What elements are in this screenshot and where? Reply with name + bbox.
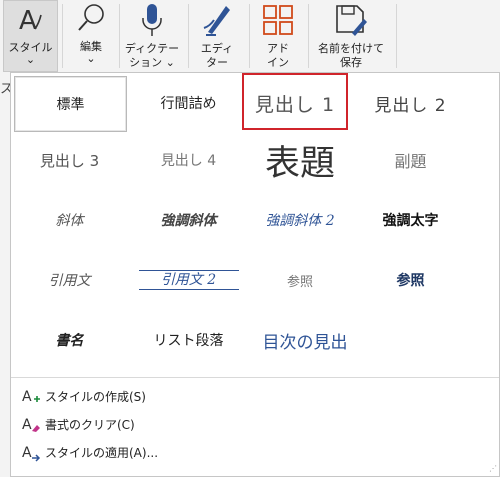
style-label: 見出し 3 xyxy=(39,151,100,170)
style-heading-3[interactable]: 見出し 3 xyxy=(14,135,125,185)
save-edit-icon xyxy=(334,3,368,40)
editor-label-1: エディ xyxy=(200,42,234,55)
styles-icon: A xyxy=(14,5,48,38)
style-label: 強調斜体 xyxy=(160,213,217,229)
style-book-title[interactable]: 書名 xyxy=(14,315,125,365)
style-label: 書名 xyxy=(55,333,84,349)
style-label: 引用文 2 xyxy=(138,270,239,290)
save-as-label-1: 名前を付けて xyxy=(318,42,384,55)
style-intense-reference[interactable]: 参照 xyxy=(355,255,466,305)
svg-text:A: A xyxy=(19,6,37,35)
style-label: 見出し 2 xyxy=(374,95,447,116)
style-intense-italic[interactable]: 強調斜体 xyxy=(133,195,244,245)
style-reference[interactable]: 参照 xyxy=(245,255,355,305)
style-label: 見出し 4 xyxy=(160,153,217,169)
style-intense-quote[interactable]: 引用文 2 xyxy=(133,255,244,305)
ribbon-toolbar: A スタイル ⌄ 編集 ⌄ ディクテー ション ⌄ エディ ター アド イン 名… xyxy=(0,0,500,72)
addin-label-2: イン xyxy=(267,56,289,69)
style-no-spacing[interactable]: 行間詰め xyxy=(133,76,244,130)
editor-button[interactable]: エディ ター xyxy=(190,0,244,72)
addin-grid-icon xyxy=(262,4,294,39)
edit-button[interactable]: 編集 ⌄ xyxy=(66,0,116,72)
style-label: 表題 xyxy=(264,143,335,184)
divider xyxy=(119,4,120,68)
clear-format-item[interactable]: A 書式のクリア(C) xyxy=(21,413,135,435)
style-heading-4[interactable]: 見出し 4 xyxy=(133,135,244,185)
create-style-label: スタイルの作成(S) xyxy=(45,389,146,404)
microphone-icon xyxy=(137,2,167,43)
create-style-item[interactable]: A スタイルの作成(S) xyxy=(21,385,146,407)
menu-divider xyxy=(11,377,499,378)
style-label: 斜体 xyxy=(55,213,84,229)
divider xyxy=(62,4,63,68)
selection-highlight xyxy=(242,73,348,130)
style-label: 目次の見出 xyxy=(262,332,348,353)
style-label: 行間詰め xyxy=(160,96,217,112)
style-list-paragraph[interactable]: リスト段落 xyxy=(133,315,244,365)
svg-text:A: A xyxy=(22,445,32,461)
style-subtitle[interactable]: 副題 xyxy=(355,135,466,185)
style-intense-emphasis-2[interactable]: 強調斜体 2 xyxy=(245,195,355,245)
dictation-label-1: ディクテー xyxy=(124,42,180,55)
clear-format-label: 書式のクリア(C) xyxy=(45,417,135,432)
divider xyxy=(396,4,397,68)
style-title[interactable]: 表題 xyxy=(245,131,355,189)
style-strong[interactable]: 強調太字 xyxy=(355,195,466,245)
chevron-down-icon: ⌄ xyxy=(25,53,36,66)
editor-pen-icon xyxy=(200,2,234,41)
style-label: 参照 xyxy=(286,274,313,290)
search-icon xyxy=(75,2,107,39)
addin-button[interactable]: アド イン xyxy=(251,0,305,72)
dictation-button[interactable]: ディクテー ション ⌄ xyxy=(121,0,183,72)
style-toc-heading[interactable]: 目次の見出 xyxy=(245,315,365,365)
style-label: 参照 xyxy=(396,273,425,289)
save-as-button[interactable]: 名前を付けて 保存 xyxy=(310,0,392,72)
save-as-label-2: 保存 xyxy=(340,56,362,69)
divider xyxy=(249,4,250,68)
svg-text:A: A xyxy=(22,417,32,433)
style-label: リスト段落 xyxy=(153,333,224,349)
clear-format-icon: A xyxy=(21,414,41,434)
apply-styles-icon: A xyxy=(21,442,41,462)
styles-gallery-panel: 標準 行間詰め 見出し 1 見出し 2 見出し 3 見出し 4 表題 副題 斜体… xyxy=(10,72,500,477)
style-heading-2[interactable]: 見出し 2 xyxy=(355,76,466,130)
divider xyxy=(188,4,189,68)
document-edge xyxy=(0,72,10,477)
create-style-icon: A xyxy=(21,386,41,406)
dictation-label-2: ション ⌄ xyxy=(129,56,175,69)
style-label: 強調斜体 2 xyxy=(265,213,335,229)
divider xyxy=(308,4,309,68)
style-label: 副題 xyxy=(394,152,427,171)
apply-styles-item[interactable]: A スタイルの適用(A)... xyxy=(21,441,158,463)
apply-styles-label: スタイルの適用(A)... xyxy=(45,445,159,460)
style-standard[interactable]: 標準 xyxy=(14,76,127,132)
style-label: 引用文 xyxy=(48,273,91,289)
style-quote[interactable]: 引用文 xyxy=(14,255,125,305)
svg-text:A: A xyxy=(22,389,32,405)
chevron-down-icon: ⌄ xyxy=(86,52,96,65)
style-label: 強調太字 xyxy=(382,213,439,229)
addin-label-1: アド xyxy=(267,42,289,55)
resize-grip-icon[interactable]: ⋰ xyxy=(489,464,497,473)
editor-label-2: ター xyxy=(206,56,228,69)
styles-button[interactable]: A スタイル ⌄ xyxy=(3,0,58,72)
style-italic[interactable]: 斜体 xyxy=(14,195,125,245)
style-label: 標準 xyxy=(56,97,85,113)
